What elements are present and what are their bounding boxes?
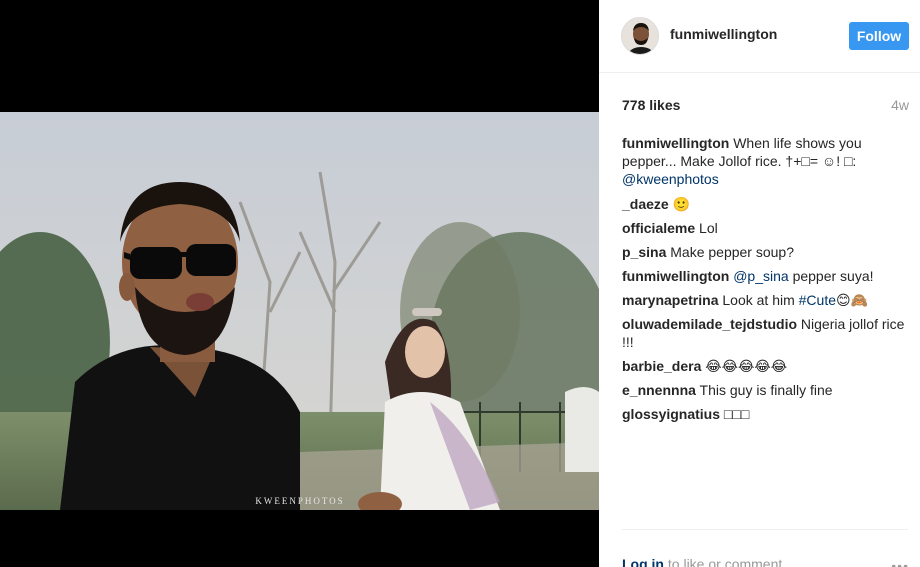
list-item: funmiwellington @p_sina pepper suya! — [622, 267, 912, 285]
comment-username[interactable]: p_sina — [622, 244, 666, 260]
post-photo[interactable]: KWEENPHOTOS — [0, 112, 599, 510]
comment-text: Look at him — [718, 292, 799, 308]
comment-text: Lol — [695, 220, 718, 236]
hashtag-link[interactable]: #Cute — [799, 292, 836, 308]
comment-username[interactable]: funmiwellington — [622, 135, 729, 151]
comment-text: □□□ — [720, 406, 750, 422]
comment-username[interactable]: funmiwellington — [622, 268, 729, 284]
follow-button[interactable]: Follow — [849, 22, 909, 50]
comment-username[interactable]: marynapetrina — [622, 292, 718, 308]
comment-text: Make pepper soup? — [666, 244, 794, 260]
avatar-image — [622, 18, 658, 54]
mention-link[interactable]: @kweenphotos — [622, 171, 719, 187]
login-prompt-text: to like or comment. — [664, 556, 787, 567]
comment-username[interactable]: e_nnennna — [622, 382, 696, 398]
login-prompt: Log in to like or comment. — [622, 556, 786, 567]
likes-count[interactable]: 778 likes — [622, 97, 680, 113]
list-item: p_sina Make pepper soup? — [622, 243, 912, 261]
caption: funmiwellington When life shows you pepp… — [622, 134, 912, 188]
photo-image: KWEENPHOTOS — [0, 112, 599, 510]
comment-text: This guy is finally fine — [695, 382, 833, 398]
comments-list: funmiwellington When life shows you pepp… — [622, 134, 912, 429]
comment-username[interactable]: barbie_dera — [622, 358, 701, 374]
post-header: funmiwellington Follow — [599, 0, 920, 73]
comment-text: pepper suya! — [788, 268, 874, 284]
login-link[interactable]: Log in — [622, 556, 664, 567]
comment-emoji: 😊🙈 — [836, 292, 869, 308]
list-item: glossyignatius □□□ — [622, 405, 912, 423]
post-age[interactable]: 4w — [891, 97, 909, 113]
comment-username[interactable]: glossyignatius — [622, 406, 720, 422]
more-horizontal-icon[interactable]: ••• — [891, 558, 909, 567]
list-item: barbie_dera 😂😂😂😂😂 — [622, 357, 912, 375]
avatar[interactable] — [621, 17, 659, 55]
comment-text: 😂😂😂😂😂 — [701, 358, 788, 374]
comment-username[interactable]: officialeme — [622, 220, 695, 236]
list-item: oluwademilade_tejdstudio Nigeria jollof … — [622, 315, 912, 351]
list-item: _daeze 🙂 — [622, 195, 912, 213]
list-item: officialeme Lol — [622, 219, 912, 237]
post-details-panel: funmiwellington Follow 778 likes 4w funm… — [599, 0, 920, 567]
comment-text: 🙂 — [668, 196, 691, 212]
post-media: KWEENPHOTOS — [0, 0, 599, 567]
mention-link[interactable]: @p_sina — [733, 268, 788, 284]
comment-username[interactable]: oluwademilade_tejdstudio — [622, 316, 797, 332]
photo-watermark: KWEENPHOTOS — [255, 496, 344, 506]
divider — [622, 529, 908, 530]
comment-username[interactable]: _daeze — [622, 196, 669, 212]
list-item: marynapetrina Look at him #Cute😊🙈 — [622, 291, 912, 309]
list-item: e_nnennna This guy is finally fine — [622, 381, 912, 399]
header-username[interactable]: funmiwellington — [670, 26, 777, 42]
